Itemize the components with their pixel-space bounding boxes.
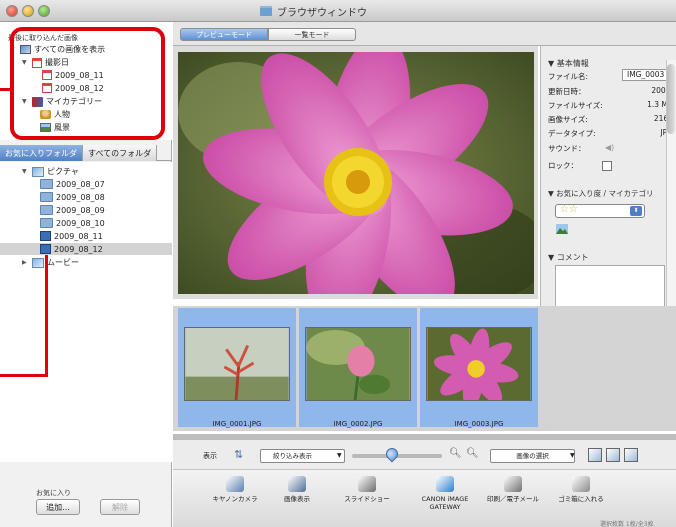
favorites-label: お気に入り bbox=[36, 489, 71, 497]
view-small-icon[interactable] bbox=[588, 448, 602, 462]
remove-favorite-button[interactable]: 解除 bbox=[100, 499, 140, 515]
tree-item-folder-0807[interactable]: 2009_08_07 bbox=[40, 179, 105, 189]
zoom-window-button[interactable] bbox=[38, 5, 50, 17]
tree-item-label: 2009_08_11 bbox=[54, 231, 103, 241]
tree-item-folder-0811[interactable]: 2009_08_11 bbox=[40, 231, 103, 241]
view-medium-icon[interactable] bbox=[606, 448, 620, 462]
tree-item-label: ピクチャ bbox=[47, 167, 79, 176]
add-favorite-button[interactable]: 追加... bbox=[36, 499, 80, 515]
thumbnail-image[interactable] bbox=[426, 327, 532, 401]
thumbnail-filename: IMG_0001.JPG bbox=[212, 420, 262, 428]
action-label: CANON iMAGE GATEWAY bbox=[421, 495, 469, 511]
disclosure-triangle-icon[interactable]: ▶ bbox=[22, 259, 29, 266]
tree-item-movies[interactable]: ▶ ムービー bbox=[22, 257, 79, 268]
tree-item-folder-0808[interactable]: 2009_08_08 bbox=[40, 192, 105, 202]
tab-favorite-folders[interactable]: お気に入りフォルダ bbox=[0, 145, 83, 161]
callout-leader-line bbox=[45, 255, 48, 377]
action-label: ゴミ箱に入れる bbox=[558, 495, 604, 503]
tree-item-label: 2009_08_07 bbox=[56, 179, 105, 189]
select-images-dropdown[interactable]: 画像の選択 bbox=[490, 449, 575, 463]
tree-item-folder-0810[interactable]: 2009_08_10 bbox=[40, 218, 105, 228]
thumbnail-image[interactable] bbox=[184, 327, 290, 401]
preview-image[interactable] bbox=[178, 52, 534, 294]
zoom-in-icon[interactable]: 🔍︎ bbox=[466, 448, 479, 459]
pictures-folder-icon bbox=[32, 166, 44, 177]
window-title-group: ブラウザウィンドウ bbox=[260, 4, 460, 19]
image-view-icon bbox=[288, 476, 306, 492]
tree-item-folder-0812[interactable]: 2009_08_12 bbox=[40, 244, 103, 254]
scrollbar-thumb[interactable] bbox=[667, 64, 675, 134]
action-label: キヤノンカメラ bbox=[212, 495, 258, 503]
tree-item-label: 2009_08_09 bbox=[56, 205, 105, 215]
folder-icon bbox=[40, 205, 53, 215]
window-title: ブラウザウィンドウ bbox=[277, 7, 367, 19]
chevron-down-icon[interactable]: ▼ bbox=[570, 449, 575, 463]
trash-action-button[interactable]: ゴミ箱に入れる bbox=[546, 476, 616, 503]
status-text: 選択枚数 1枚/全3枚 bbox=[600, 521, 654, 527]
camera-action-button[interactable]: キヤノンカメラ bbox=[200, 476, 270, 503]
disclosure-triangle-icon[interactable]: ▼ bbox=[22, 168, 29, 175]
display-label: 表示 bbox=[203, 452, 217, 460]
view-large-icon[interactable] bbox=[624, 448, 638, 462]
memory-card-icon bbox=[40, 244, 51, 254]
memory-card-icon bbox=[40, 231, 51, 241]
sort-icon[interactable]: ⇅ bbox=[234, 448, 250, 462]
tree-item-folder-0809[interactable]: 2009_08_09 bbox=[40, 205, 105, 215]
tree-item-label: 2009_08_10 bbox=[56, 218, 105, 228]
folder-icon bbox=[40, 192, 53, 202]
info-label-lock: ロック： bbox=[548, 161, 578, 170]
zoom-out-icon[interactable]: 🔍︎ bbox=[449, 448, 462, 459]
gateway-icon bbox=[436, 476, 454, 492]
action-label: 印刷／電子メール bbox=[487, 495, 539, 503]
movies-folder-icon bbox=[32, 257, 44, 268]
print-icon bbox=[504, 476, 522, 492]
callout-leader-line bbox=[0, 88, 10, 91]
lock-checkbox[interactable] bbox=[602, 161, 612, 171]
folder-icon bbox=[260, 6, 272, 16]
callout-highlight-box bbox=[10, 27, 165, 140]
image-view-action-button[interactable]: 画像表示 bbox=[262, 476, 332, 503]
info-label-datatype: データタイプ: bbox=[548, 129, 596, 138]
action-label: スライドショー bbox=[344, 495, 390, 503]
info-label-modified: 更新日時： bbox=[548, 87, 586, 96]
speaker-icon[interactable]: ◀) bbox=[605, 143, 614, 152]
tree-item-pictures[interactable]: ▼ ピクチャ bbox=[22, 166, 79, 177]
thumbnail-image[interactable] bbox=[305, 327, 411, 401]
slideshow-action-button[interactable]: スライドショー bbox=[332, 476, 402, 503]
tree-item-label: 2009_08_12 bbox=[54, 244, 103, 254]
folder-tabs: お気に入りフォルダ すべてのフォルダ bbox=[0, 145, 172, 161]
gateway-action-button[interactable]: CANON iMAGE GATEWAY bbox=[410, 476, 480, 511]
rating-stars: ☆☆ bbox=[560, 204, 578, 215]
chevron-down-icon[interactable]: ▼ bbox=[337, 449, 342, 463]
minimize-window-button[interactable] bbox=[22, 5, 34, 17]
rating-category-header[interactable]: ▼ お気に入り度 / マイカテゴリ bbox=[548, 188, 666, 199]
thumbnail-filename: IMG_0002.JPG bbox=[333, 420, 383, 428]
tree-item-label: 2009_08_08 bbox=[56, 192, 105, 202]
slideshow-icon bbox=[358, 476, 376, 492]
thumbnail-filename: IMG_0003.JPG bbox=[454, 420, 504, 428]
tab-all-folders[interactable]: すべてのフォルダ bbox=[83, 145, 158, 161]
folder-icon bbox=[40, 179, 53, 189]
comment-field[interactable] bbox=[555, 265, 665, 310]
list-mode-button[interactable]: 一覧モード bbox=[268, 28, 356, 41]
info-label-filename: ファイル名: bbox=[548, 72, 589, 81]
info-label-sound: サウンド： bbox=[548, 144, 586, 153]
filter-select[interactable]: 絞り込み表示 bbox=[260, 449, 345, 463]
callout-leader-line bbox=[0, 374, 48, 377]
dropdown-arrow-icon[interactable]: ⬍ bbox=[630, 206, 642, 216]
tree-item-label: ムービー bbox=[47, 258, 79, 267]
folder-icon bbox=[40, 218, 53, 228]
basic-info-header[interactable]: ▼ 基本情報 bbox=[548, 58, 589, 69]
landscape-category-icon[interactable] bbox=[556, 224, 568, 234]
info-label-filesize: ファイルサイズ: bbox=[548, 101, 603, 110]
favorites-section bbox=[0, 480, 172, 527]
close-window-button[interactable] bbox=[6, 5, 18, 17]
action-label: 画像表示 bbox=[284, 495, 310, 503]
comment-header[interactable]: ▼ コメント bbox=[548, 252, 589, 263]
camera-icon bbox=[226, 476, 244, 492]
print-action-button[interactable]: 印刷／電子メール bbox=[478, 476, 548, 503]
info-label-imagesize: 画像サイズ: bbox=[548, 115, 588, 124]
preview-mode-button[interactable]: プレビューモード bbox=[180, 28, 268, 41]
trash-icon bbox=[572, 476, 590, 492]
